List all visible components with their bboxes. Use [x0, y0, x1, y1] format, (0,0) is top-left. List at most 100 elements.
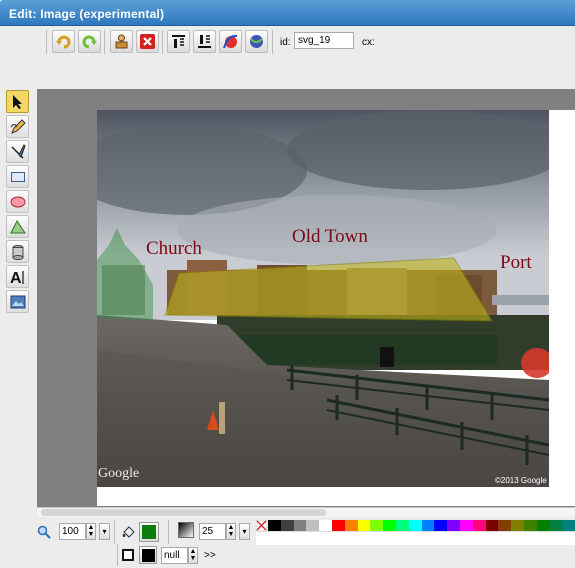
path-icon	[9, 219, 26, 233]
palette-color-swatch[interactable]	[536, 520, 550, 531]
stroke-style-icon	[122, 549, 134, 561]
palette-color-swatch[interactable]	[434, 520, 448, 531]
stroke-width-input[interactable]	[199, 523, 226, 540]
pencil-tool[interactable]	[6, 115, 29, 138]
toolbar-separator	[162, 30, 163, 54]
palette-color-swatch[interactable]	[370, 520, 384, 531]
select-tool[interactable]	[6, 90, 29, 113]
text-icon: A	[10, 270, 24, 286]
scrollbar-thumb[interactable]	[41, 509, 326, 516]
toolbar-separator	[104, 30, 105, 54]
zoom-spinner[interactable]: ▲ ▼	[86, 523, 96, 540]
move-to-top-icon	[172, 35, 185, 48]
delete-icon	[140, 34, 155, 49]
palette-color-swatch[interactable]	[344, 520, 358, 531]
palette-color-swatch[interactable]	[408, 520, 422, 531]
palette-color-swatch[interactable]	[549, 520, 563, 531]
more-options-button[interactable]: >>	[204, 550, 216, 561]
palette-color-swatch[interactable]	[319, 520, 332, 531]
palette-bottom-strip	[256, 531, 575, 545]
title-bar: Edit: Image (experimental)	[0, 0, 575, 26]
pencil-icon	[10, 118, 26, 134]
palette-color-swatch[interactable]	[421, 520, 435, 531]
rectangle-icon	[10, 171, 25, 182]
id-label: id:	[280, 37, 291, 48]
move-to-top-button[interactable]	[167, 30, 190, 53]
stroke-color-swatch	[141, 548, 155, 562]
palette-color-swatch[interactable]	[459, 520, 473, 531]
undo-button[interactable]	[52, 30, 75, 53]
palette-color-swatch[interactable]	[306, 520, 320, 531]
palette-color-swatch[interactable]	[523, 520, 537, 531]
path-tool[interactable]	[6, 215, 29, 238]
reorient-path-icon	[250, 35, 263, 48]
line-tool[interactable]	[6, 140, 29, 163]
text-tool[interactable]: A	[6, 265, 29, 288]
opacity-spinner[interactable]: ▲ ▼	[188, 547, 198, 564]
undo-icon	[56, 35, 71, 49]
svg-text:A: A	[10, 270, 22, 286]
cx-label: cx:	[362, 37, 375, 48]
stroke-width-dropdown-button[interactable]: ▾	[239, 523, 250, 540]
toolbar-separator	[272, 30, 273, 54]
id-input[interactable]	[294, 32, 354, 49]
window-title: Edit: Image (experimental)	[9, 7, 165, 21]
move-to-bottom-icon	[198, 35, 211, 48]
convert-to-path-button[interactable]	[219, 30, 242, 53]
copyright-text: ©2013 Google	[495, 476, 547, 485]
ellipse-tool[interactable]	[6, 190, 29, 213]
work-area[interactable]: Church Old Town Port Google ©2013 Google	[37, 89, 575, 507]
street-view-image[interactable]: Church Old Town Port Google ©2013 Google	[97, 110, 549, 487]
top-toolbar: id: cx:	[0, 27, 575, 57]
palette-color-swatch[interactable]	[498, 520, 512, 531]
palette-color-swatch[interactable]	[447, 520, 460, 531]
move-to-bottom-button[interactable]	[193, 30, 216, 53]
redo-icon	[82, 35, 97, 49]
google-watermark: Google	[98, 466, 140, 481]
horizontal-scrollbar[interactable]	[37, 507, 575, 517]
delete-button[interactable]	[136, 30, 159, 53]
convert-to-path-icon	[223, 34, 238, 49]
bottom-separator	[114, 520, 115, 544]
palette-color-swatch[interactable]	[511, 520, 524, 531]
redo-button[interactable]	[78, 30, 101, 53]
left-toolbar: A	[0, 88, 33, 318]
palette-color-swatch[interactable]	[472, 520, 486, 531]
select-icon	[12, 94, 22, 109]
church-label: Church	[146, 238, 202, 259]
palette-color-swatch[interactable]	[485, 520, 499, 531]
image-tool[interactable]	[6, 290, 29, 313]
palette-color-swatch[interactable]	[357, 520, 371, 531]
image-icon	[10, 295, 25, 308]
opacity-input[interactable]	[161, 547, 188, 564]
bottom-separator	[168, 520, 169, 544]
zoom-dropdown-button[interactable]: ▾	[99, 523, 110, 540]
stroke-width-spinner[interactable]: ▲ ▼	[226, 523, 236, 540]
clone-button[interactable]	[110, 30, 133, 53]
color-palette[interactable]	[268, 520, 575, 531]
old-town-label: Old Town	[292, 226, 368, 247]
stroke-color-button[interactable]	[139, 546, 157, 564]
toolbar-separator	[46, 30, 47, 54]
zoom-input[interactable]	[59, 523, 86, 540]
palette-color-swatch[interactable]	[562, 520, 575, 531]
zoom-icon	[37, 525, 51, 539]
shapelib-tool[interactable]	[6, 240, 29, 263]
palette-color-swatch[interactable]	[383, 520, 396, 531]
palette-color-swatch[interactable]	[293, 520, 307, 531]
line-icon	[10, 143, 26, 159]
shapelib-icon	[12, 244, 23, 260]
palette-color-swatch[interactable]	[280, 520, 294, 531]
palette-color-swatch[interactable]	[395, 520, 409, 531]
ellipse-icon	[10, 196, 25, 207]
opacity-gradient-icon	[178, 522, 194, 538]
rectangle-tool[interactable]	[6, 165, 29, 188]
bottom-toolbar: ▲▼ ▾ ▲▼ ▾ ▲▼ >>	[0, 517, 575, 568]
palette-color-swatch[interactable]	[268, 520, 281, 531]
fill-color-swatch	[142, 525, 156, 539]
fill-color-button[interactable]	[139, 522, 159, 542]
reorient-path-button[interactable]	[245, 30, 268, 53]
fill-bucket-icon	[122, 526, 135, 538]
palette-color-swatch[interactable]	[331, 520, 345, 531]
no-color-icon	[256, 520, 267, 531]
